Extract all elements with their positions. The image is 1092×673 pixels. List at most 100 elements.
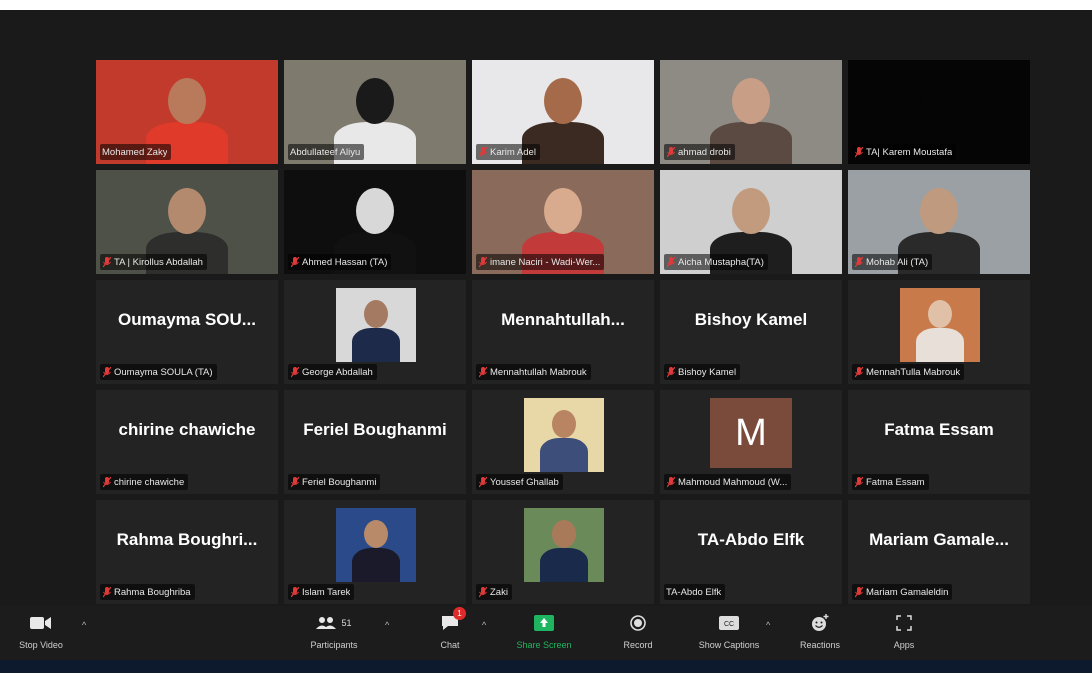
os-taskbar xyxy=(0,660,1092,673)
participant-display-name: Rahma Boughri... xyxy=(116,530,258,549)
avatar-initial: M xyxy=(710,398,792,468)
mic-muted-icon xyxy=(478,476,487,488)
participant-name: Mohab Ali (TA) xyxy=(866,256,929,268)
participant-name: ahmad drobi xyxy=(678,146,731,158)
participant-name: Feriel Boughanmi xyxy=(302,476,377,488)
participant-tile[interactable]: TA | Kirollus Abdallah xyxy=(96,170,278,274)
participant-name-label: Mohab Ali (TA) xyxy=(852,254,933,270)
mic-muted-icon xyxy=(854,476,863,488)
participant-tile[interactable]: Fatma Essam Fatma Essam xyxy=(848,390,1030,494)
person-head xyxy=(732,188,770,234)
record-icon xyxy=(630,610,646,636)
stop-video-button[interactable]: ^ Stop Video xyxy=(6,610,86,658)
mic-muted-icon xyxy=(102,586,111,598)
participant-name: Karim Adel xyxy=(490,146,536,158)
participant-tile[interactable]: Abdullateef Aliyu xyxy=(284,60,466,164)
participant-tile[interactable]: imane Naciri - Wadi-Wer... xyxy=(472,170,654,274)
participant-tile[interactable]: Karim Adel xyxy=(472,60,654,164)
participants-options-caret-icon[interactable]: ^ xyxy=(385,620,389,630)
person-head xyxy=(920,78,958,124)
participant-name: TA | Kirollus Abdallah xyxy=(114,256,203,268)
window-top-edge xyxy=(0,0,1092,10)
participant-name: imane Naciri - Wadi-Wer... xyxy=(490,256,601,268)
participant-display-name: Fatma Essam xyxy=(884,420,994,439)
participant-tile[interactable]: MennahTulla Mabrouk xyxy=(848,280,1030,384)
participant-tile[interactable]: Ahmed Hassan (TA) xyxy=(284,170,466,274)
participant-name: Youssef Ghallab xyxy=(490,476,559,488)
chat-options-caret-icon[interactable]: ^ xyxy=(482,620,486,630)
participant-tile[interactable]: Oumayma SOU... Oumayma SOULA (TA) xyxy=(96,280,278,384)
smiley-plus-icon xyxy=(811,610,829,636)
participant-tile[interactable]: Islam Tarek xyxy=(284,500,466,604)
participant-name: TA-Abdo Elfk xyxy=(666,586,722,598)
participant-name-label: Islam Tarek xyxy=(288,584,355,600)
meeting-toolbar: ^ Stop Video 51 Participants ^ 1 Chat ^ … xyxy=(0,606,1092,660)
share-screen-button[interactable]: Share Screen xyxy=(506,610,582,658)
chat-label: Chat xyxy=(440,640,460,650)
person-head xyxy=(168,188,206,234)
participant-name-label: imane Naciri - Wadi-Wer... xyxy=(476,254,605,270)
participant-name: Fatma Essam xyxy=(866,476,925,488)
participant-tile[interactable]: Feriel Boughanmi Feriel Boughanmi xyxy=(284,390,466,494)
participant-display-name: Mennahtullah... xyxy=(501,310,625,329)
person-head xyxy=(364,300,388,328)
participant-name-label: TA| Karem Moustafa xyxy=(852,144,957,160)
participants-count: 51 xyxy=(341,618,352,628)
participant-tile[interactable]: M Mahmoud Mahmoud (W... xyxy=(660,390,842,494)
participant-tile[interactable]: Youssef Ghallab xyxy=(472,390,654,494)
participant-name: Bishoy Kamel xyxy=(678,366,737,378)
participant-tile[interactable]: Bishoy Kamel Bishoy Kamel xyxy=(660,280,842,384)
person-head xyxy=(552,520,576,548)
participant-display-name: TA-Abdo Elfk xyxy=(697,530,805,549)
person-body xyxy=(352,548,400,582)
mic-muted-icon xyxy=(854,146,863,158)
person-head xyxy=(544,188,582,234)
video-options-caret-icon[interactable]: ^ xyxy=(82,620,86,630)
reactions-button[interactable]: Reactions xyxy=(790,610,850,658)
chat-button[interactable]: 1 Chat xyxy=(428,607,472,658)
participant-name-label: chirine chawiche xyxy=(100,474,189,490)
participant-name-label: Ahmed Hassan (TA) xyxy=(288,254,392,270)
video-camera-icon xyxy=(30,610,52,636)
mic-muted-icon xyxy=(854,366,863,378)
mic-muted-icon xyxy=(102,366,111,378)
participant-name-label: Bishoy Kamel xyxy=(664,364,741,380)
participant-tile[interactable]: Mohamed Zaky xyxy=(96,60,278,164)
participants-label: Participants xyxy=(310,640,358,650)
mic-muted-icon xyxy=(478,586,487,598)
captions-options-caret-icon[interactable]: ^ xyxy=(766,620,770,630)
apps-icon xyxy=(896,610,912,636)
mic-muted-icon xyxy=(478,146,487,158)
svg-text:CC: CC xyxy=(724,621,734,628)
participant-name: Oumayma SOULA (TA) xyxy=(114,366,213,378)
person-head xyxy=(356,188,394,234)
participant-name: chirine chawiche xyxy=(114,476,185,488)
closed-captions-icon: CC xyxy=(719,610,739,636)
participant-tile[interactable]: TA| Karem Moustafa xyxy=(848,60,1030,164)
participant-tile[interactable]: chirine chawiche chirine chawiche xyxy=(96,390,278,494)
participants-button[interactable]: 51 Participants xyxy=(298,610,370,658)
participant-name-label: Mohamed Zaky xyxy=(100,144,172,160)
participant-name: Islam Tarek xyxy=(302,586,351,598)
participant-tile[interactable]: Mohab Ali (TA) xyxy=(848,170,1030,274)
person-head xyxy=(732,78,770,124)
record-button[interactable]: Record xyxy=(612,610,664,658)
meeting-gallery-view: Mohamed Zaky Abdullateef Aliyu Karim Adel a… xyxy=(0,10,1092,606)
participant-tile[interactable]: Rahma Boughri... Rahma Boughriba xyxy=(96,500,278,604)
show-captions-label: Show Captions xyxy=(698,640,760,650)
participant-tile[interactable]: George Abdallah xyxy=(284,280,466,384)
participant-tile[interactable]: Zaki xyxy=(472,500,654,604)
person-body xyxy=(540,438,588,472)
participant-name-label: Mariam Gamaleldin xyxy=(852,584,953,600)
mic-muted-icon xyxy=(666,476,675,488)
mic-muted-icon xyxy=(102,476,111,488)
participant-tile[interactable]: Mariam Gamale... Mariam Gamaleldin xyxy=(848,500,1030,604)
mic-muted-icon xyxy=(854,256,863,268)
participant-tile[interactable]: TA-Abdo Elfk TA-Abdo Elfk xyxy=(660,500,842,604)
participant-tile[interactable]: ahmad drobi xyxy=(660,60,842,164)
apps-button[interactable]: Apps xyxy=(884,610,924,658)
show-captions-button[interactable]: CC Show Captions xyxy=(684,610,774,658)
share-screen-icon xyxy=(534,610,554,636)
participant-tile[interactable]: Mennahtullah... Mennahtullah Mabrouk xyxy=(472,280,654,384)
participant-tile[interactable]: Aicha Mustapha(TA) xyxy=(660,170,842,274)
